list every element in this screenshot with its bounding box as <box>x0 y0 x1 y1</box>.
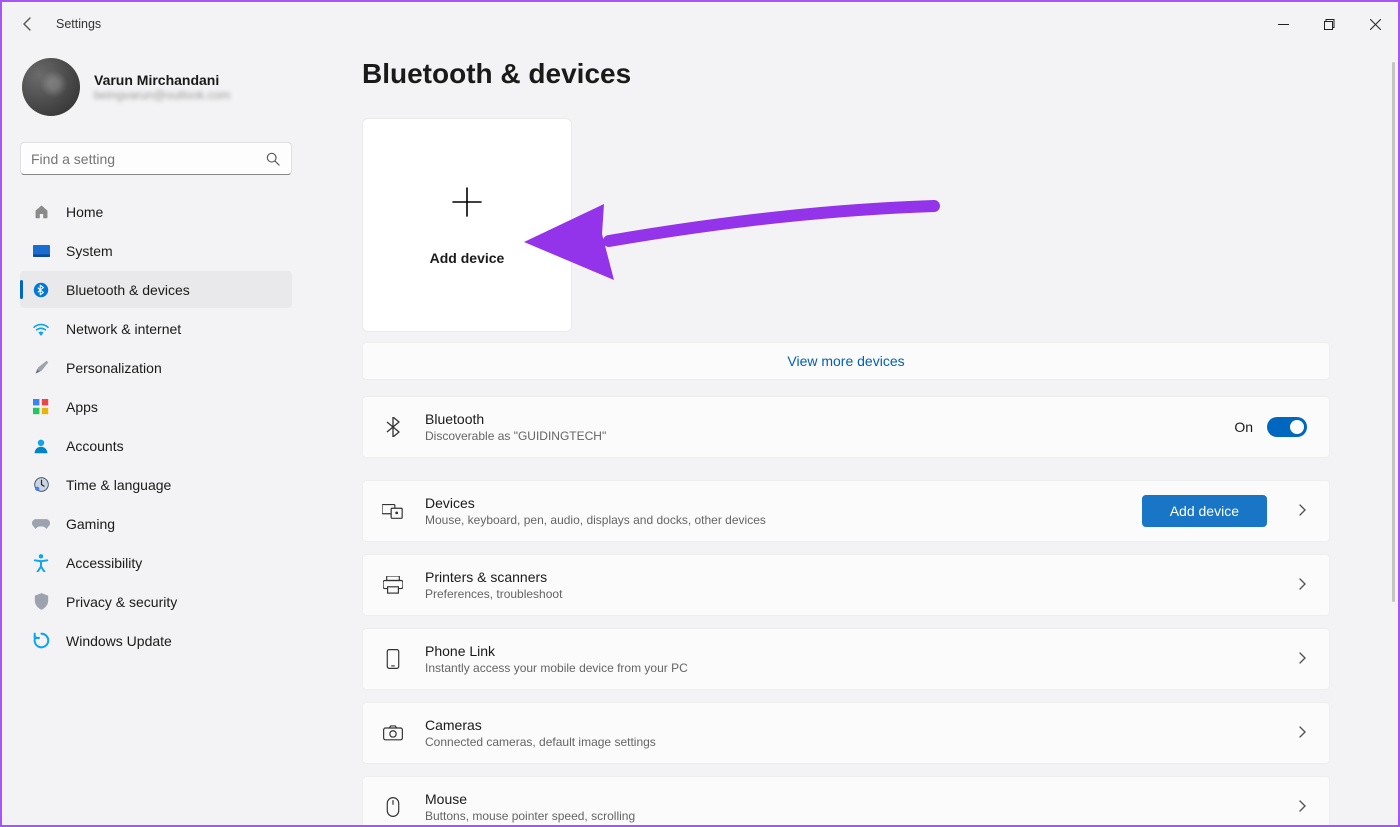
search-icon <box>266 152 280 166</box>
gamepad-icon <box>32 515 50 533</box>
nav-label: Accounts <box>66 438 124 454</box>
mouse-row[interactable]: Mouse Buttons, mouse pointer speed, scro… <box>362 776 1330 825</box>
bluetooth-state-label: On <box>1234 419 1253 435</box>
nav-label: Home <box>66 204 103 220</box>
cameras-title: Cameras <box>425 717 1267 733</box>
update-icon <box>32 632 50 650</box>
mouse-title: Mouse <box>425 791 1267 807</box>
close-button[interactable] <box>1352 8 1398 40</box>
chevron-right-icon <box>1299 503 1307 519</box>
profile-block[interactable]: Varun Mirchandani beingvarun@outlook.com <box>20 58 292 116</box>
printers-subtitle: Preferences, troubleshoot <box>425 587 1267 601</box>
add-device-button[interactable]: Add device <box>1142 495 1267 527</box>
bluetooth-subtitle: Discoverable as "GUIDINGTECH" <box>425 429 1214 443</box>
chevron-right-icon <box>1299 651 1307 667</box>
devices-subtitle: Mouse, keyboard, pen, audio, displays an… <box>425 513 1122 527</box>
nav-personalization[interactable]: Personalization <box>20 349 292 386</box>
maximize-button[interactable] <box>1306 8 1352 40</box>
phone-subtitle: Instantly access your mobile device from… <box>425 661 1267 675</box>
person-icon <box>32 437 50 455</box>
devices-icon <box>381 499 405 523</box>
plus-icon <box>449 184 485 226</box>
nav-bluetooth[interactable]: Bluetooth & devices <box>20 271 292 308</box>
search-wrap <box>20 142 292 175</box>
scrollbar-thumb[interactable] <box>1392 62 1395 602</box>
window-controls <box>1260 8 1398 40</box>
nav-privacy[interactable]: Privacy & security <box>20 583 292 620</box>
bluetooth-small-icon <box>381 415 405 439</box>
cameras-row[interactable]: Cameras Connected cameras, default image… <box>362 702 1330 764</box>
chevron-right-icon <box>1299 577 1307 593</box>
wifi-icon <box>32 320 50 338</box>
nav-label: Bluetooth & devices <box>66 282 190 298</box>
view-more-devices[interactable]: View more devices <box>362 342 1330 380</box>
nav-gaming[interactable]: Gaming <box>20 505 292 542</box>
printers-title: Printers & scanners <box>425 569 1267 585</box>
clock-icon <box>32 476 50 494</box>
nav-label: Apps <box>66 399 98 415</box>
chevron-right-icon <box>1299 725 1307 741</box>
sidebar: Varun Mirchandani beingvarun@outlook.com… <box>2 46 312 825</box>
nav-label: Personalization <box>66 360 162 376</box>
chevron-right-icon <box>1299 799 1307 815</box>
nav-accounts[interactable]: Accounts <box>20 427 292 464</box>
devices-row[interactable]: Devices Mouse, keyboard, pen, audio, dis… <box>362 480 1330 542</box>
nav-label: Gaming <box>66 516 115 532</box>
bluetooth-title: Bluetooth <box>425 411 1214 427</box>
mouse-icon <box>381 795 405 819</box>
printers-row[interactable]: Printers & scanners Preferences, trouble… <box>362 554 1330 616</box>
nav-apps[interactable]: Apps <box>20 388 292 425</box>
profile-email: beingvarun@outlook.com <box>94 88 230 102</box>
cameras-subtitle: Connected cameras, default image setting… <box>425 735 1267 749</box>
nav-label: Accessibility <box>66 555 142 571</box>
camera-icon <box>381 721 405 745</box>
phone-link-row[interactable]: Phone Link Instantly access your mobile … <box>362 628 1330 690</box>
bluetooth-row[interactable]: Bluetooth Discoverable as "GUIDINGTECH" … <box>362 396 1330 458</box>
search-input[interactable] <box>20 142 292 175</box>
nav: Home System Bluetooth & devices Network … <box>20 193 292 659</box>
apps-icon <box>32 398 50 416</box>
nav-network[interactable]: Network & internet <box>20 310 292 347</box>
accessibility-icon <box>32 554 50 572</box>
nav-label: Windows Update <box>66 633 172 649</box>
bluetooth-toggle[interactable] <box>1267 417 1307 437</box>
view-more-label: View more devices <box>787 353 904 369</box>
titlebar: Settings <box>2 2 1398 46</box>
phone-title: Phone Link <box>425 643 1267 659</box>
nav-home[interactable]: Home <box>20 193 292 230</box>
add-device-label: Add device <box>430 250 505 266</box>
nav-accessibility[interactable]: Accessibility <box>20 544 292 581</box>
profile-name: Varun Mirchandani <box>94 72 230 88</box>
nav-label: Network & internet <box>66 321 181 337</box>
minimize-button[interactable] <box>1260 8 1306 40</box>
brush-icon <box>32 359 50 377</box>
shield-icon <box>32 593 50 611</box>
printer-icon <box>381 573 405 597</box>
app-title: Settings <box>56 17 101 31</box>
avatar <box>22 58 80 116</box>
nav-label: Privacy & security <box>66 594 177 610</box>
mouse-subtitle: Buttons, mouse pointer speed, scrolling <box>425 809 1267 823</box>
nav-label: System <box>66 243 113 259</box>
nav-update[interactable]: Windows Update <box>20 622 292 659</box>
content: Bluetooth & devices Add device View more… <box>312 46 1398 825</box>
nav-label: Time & language <box>66 477 171 493</box>
nav-system[interactable]: System <box>20 232 292 269</box>
system-icon <box>32 242 50 260</box>
phone-icon <box>381 647 405 671</box>
home-icon <box>32 203 50 221</box>
page-title: Bluetooth & devices <box>362 58 1330 90</box>
bluetooth-icon <box>32 281 50 299</box>
back-icon[interactable] <box>20 16 36 32</box>
devices-title: Devices <box>425 495 1122 511</box>
add-device-card[interactable]: Add device <box>362 118 572 332</box>
nav-time[interactable]: Time & language <box>20 466 292 503</box>
